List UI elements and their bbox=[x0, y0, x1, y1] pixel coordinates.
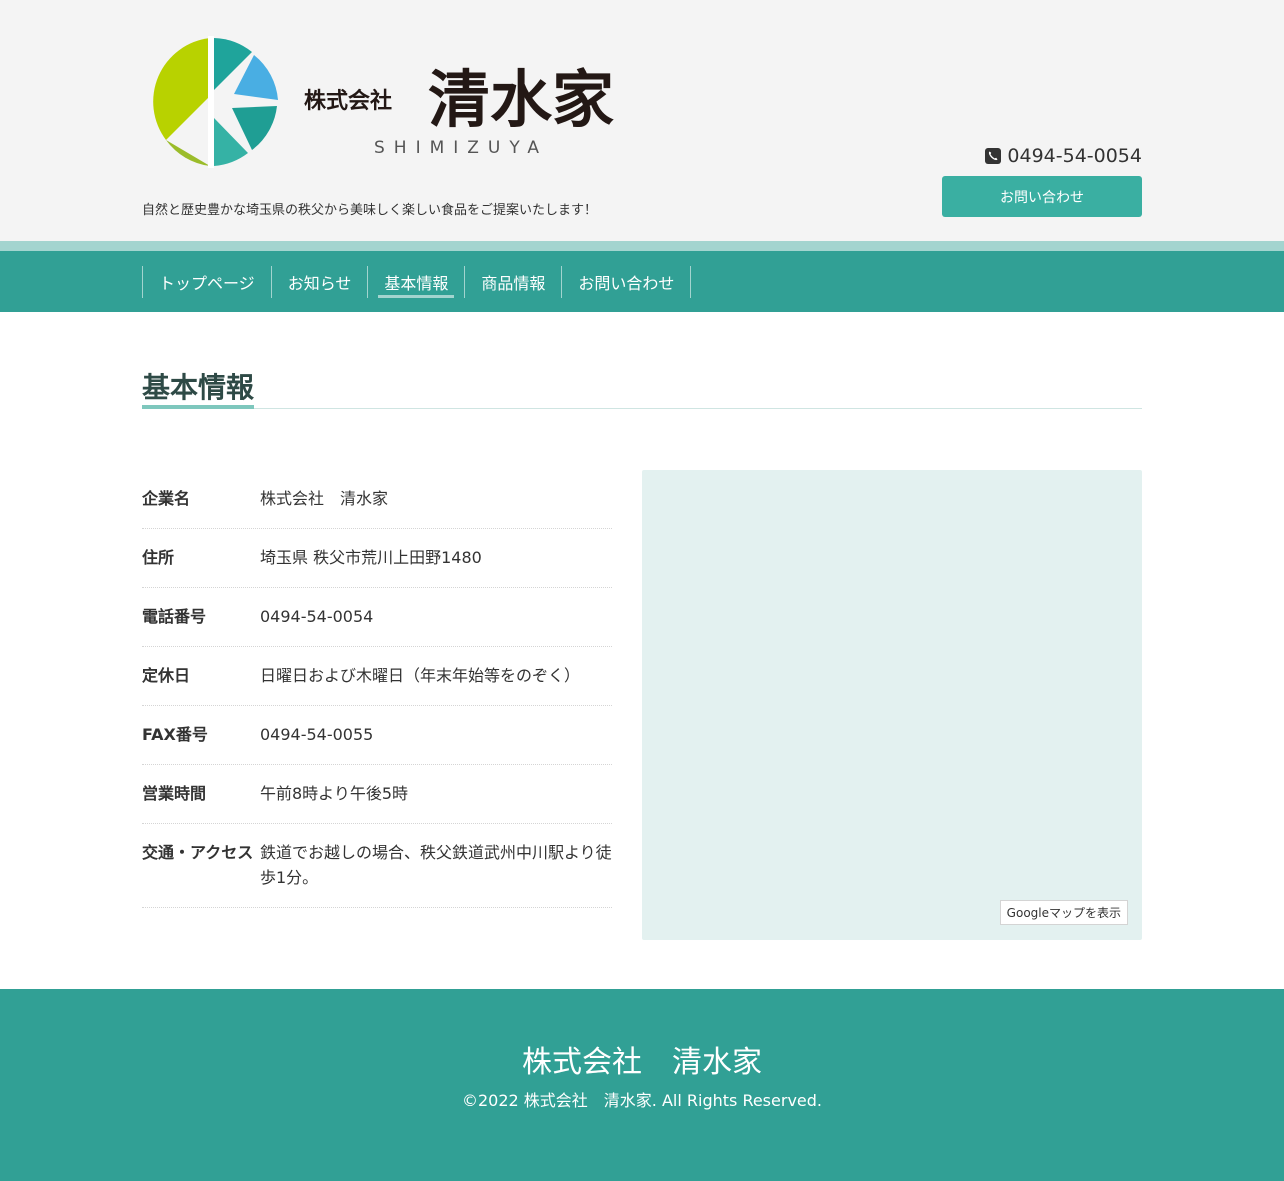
info-key: 営業時間 bbox=[142, 784, 207, 803]
title-accent-bar bbox=[142, 405, 254, 409]
phone-number: 0494-54-0054 bbox=[1007, 145, 1142, 167]
water-kanji-emblem bbox=[153, 36, 278, 168]
nav-item-basic-info[interactable]: 基本情報 bbox=[368, 266, 466, 298]
info-key: 定休日 bbox=[142, 666, 191, 685]
nav-list: トップページ お知らせ 基本情報 商品情報 お問い合わせ bbox=[142, 266, 692, 298]
nav-item-top[interactable]: トップページ bbox=[143, 266, 272, 298]
site-tagline: 自然と歴史豊かな埼玉県の秩父から美味しく楽しい食品をご提案いたします！ bbox=[142, 203, 598, 218]
nav-item-products[interactable]: 商品情報 bbox=[465, 266, 563, 298]
google-map[interactable]: Googleマップを表示 bbox=[642, 470, 1142, 940]
info-value: 鉄道でお越しの場合、秩父鉄道武州中川駅より徒歩1分。 bbox=[260, 843, 612, 887]
info-value: 午前8時より午後5時 bbox=[260, 784, 409, 803]
info-value: 株式会社 清水家 bbox=[260, 489, 389, 508]
global-nav: トップページ お知らせ 基本情報 商品情報 お問い合わせ bbox=[0, 251, 1284, 312]
info-key: 企業名 bbox=[142, 489, 191, 508]
site-header: 株式会社 清水家 SHIMIZUYA 自然と歴史豊かな埼玉県の秩父から美味しく楽… bbox=[0, 0, 1284, 241]
info-row-hours: 営業時間 午前8時より午後5時 bbox=[142, 765, 612, 824]
info-row-fax: FAX番号 0494-54-0055 bbox=[142, 706, 612, 765]
footer-copyright: ©2022 株式会社 清水家. All Rights Reserved. bbox=[461, 1091, 822, 1110]
info-key: 電話番号 bbox=[142, 607, 207, 626]
logo-main-text: 清水家 bbox=[428, 63, 614, 136]
info-key: 交通・アクセス bbox=[142, 843, 254, 862]
info-key: FAX番号 bbox=[142, 725, 208, 744]
nav-item-news[interactable]: お知らせ bbox=[272, 266, 369, 298]
info-row-address: 住所 埼玉県 秩父市荒川上田野1480 bbox=[142, 529, 612, 588]
nav-item-contact[interactable]: お問い合わせ bbox=[562, 266, 692, 298]
info-row-access: 交通・アクセス 鉄道でお越しの場合、秩父鉄道武州中川駅より徒歩1分。 bbox=[142, 824, 612, 908]
nav-top-border bbox=[0, 241, 1284, 251]
page-title: 基本情報 bbox=[142, 371, 255, 404]
company-info-table: 企業名 株式会社 清水家 住所 埼玉県 秩父市荒川上田野1480 電話番号 04… bbox=[142, 470, 612, 908]
info-row-phone: 電話番号 0494-54-0054 bbox=[142, 588, 612, 647]
phone-icon bbox=[985, 148, 1002, 164]
logo-small-text: 株式会社 bbox=[304, 88, 392, 114]
logo-romaji: SHIMIZUYA bbox=[374, 138, 548, 158]
info-value: 0494-54-0054 bbox=[260, 607, 374, 626]
title-divider bbox=[142, 408, 1142, 409]
site-footer: 株式会社 清水家 ©2022 株式会社 清水家. All Rights Rese… bbox=[0, 989, 1284, 1181]
company-logo[interactable]: 株式会社 清水家 SHIMIZUYA bbox=[142, 28, 642, 178]
header-phone[interactable]: 0494-54-0054 bbox=[985, 145, 1142, 167]
info-key: 住所 bbox=[142, 548, 175, 567]
info-value: 埼玉県 秩父市荒川上田野1480 bbox=[260, 548, 482, 567]
footer-company-name: 株式会社 清水家 bbox=[522, 1045, 762, 1080]
contact-button[interactable]: お問い合わせ bbox=[942, 176, 1142, 217]
info-row-company-name: 企業名 株式会社 清水家 bbox=[142, 470, 612, 529]
info-value: 日曜日および木曜日（年末年始等をのぞく） bbox=[260, 666, 581, 685]
view-google-map-button[interactable]: Googleマップを表示 bbox=[999, 900, 1128, 925]
info-row-holidays: 定休日 日曜日および木曜日（年末年始等をのぞく） bbox=[142, 647, 612, 706]
info-value: 0494-54-0055 bbox=[260, 725, 374, 744]
